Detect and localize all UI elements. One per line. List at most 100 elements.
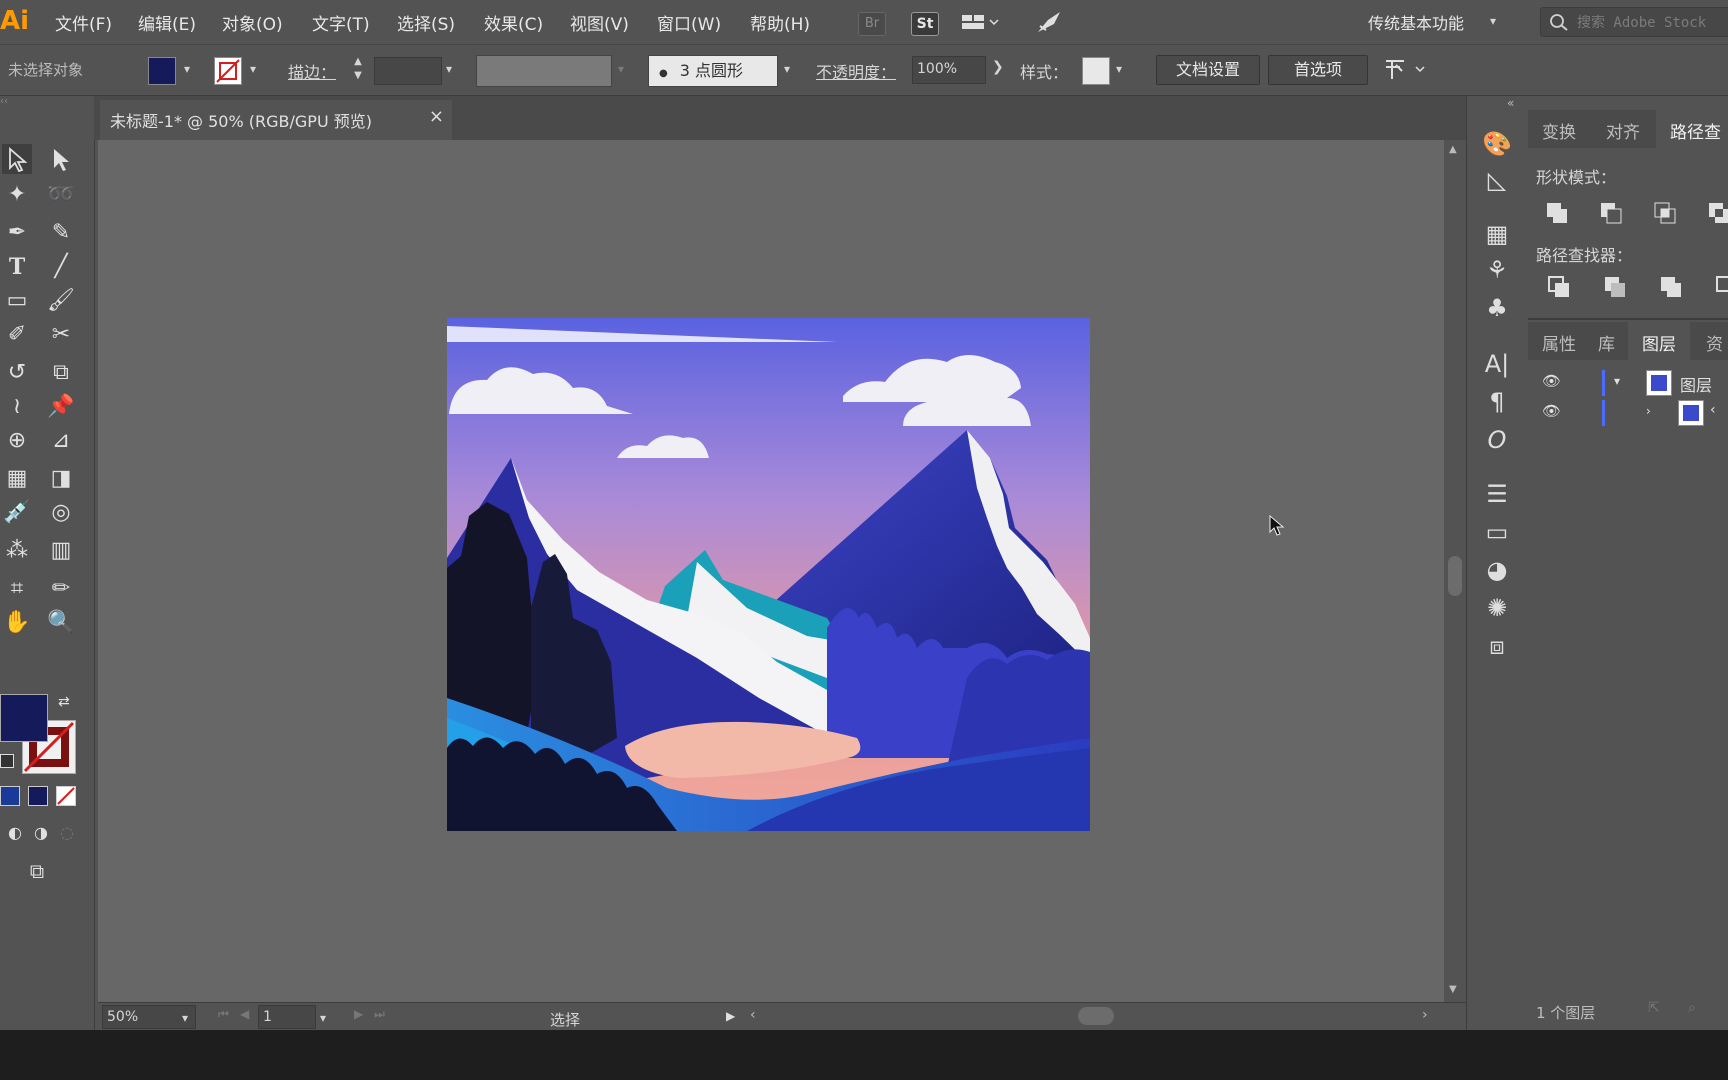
stock-search-input[interactable]: 搜索 Adobe Stock [1540, 7, 1728, 37]
type-tool-icon[interactable]: T [2, 252, 32, 282]
stroke-icon[interactable]: ☰ [1479, 476, 1515, 512]
artboard-number-field[interactable]: 1 [258, 1005, 316, 1029]
lasso-tool-icon[interactable]: ➿ [46, 180, 76, 210]
tab-layers[interactable]: 图层 [1642, 330, 1676, 355]
swatches-icon[interactable]: ▦ [1479, 216, 1515, 252]
chevron-down-icon[interactable]: ▾ [446, 62, 452, 76]
none-mode-icon[interactable] [56, 786, 76, 806]
close-icon[interactable]: × [429, 106, 444, 127]
opentype-icon[interactable]: O [1479, 422, 1515, 458]
next-artboard-icon[interactable]: ▶ [354, 1007, 363, 1021]
scroll-up-icon[interactable]: ▲ [1449, 144, 1457, 155]
eye-icon[interactable]: 👁 [1542, 372, 1561, 390]
scale-tool-icon[interactable]: ⧉ [46, 358, 76, 388]
layer-name[interactable]: 图层 [1680, 372, 1712, 396]
arrange-documents-icon[interactable] [960, 12, 1000, 32]
artboard-tool-icon[interactable]: ⌗ [2, 574, 32, 604]
export-icon[interactable]: ⇱ [1648, 1000, 1660, 1016]
chevron-down-icon[interactable]: ▾ [618, 62, 624, 76]
change-screen-mode-icon[interactable]: ⧉ [22, 856, 52, 886]
workspace-switcher[interactable]: 传统基本功能 [1368, 10, 1464, 34]
trim-icon[interactable] [1602, 274, 1628, 300]
panel-collapse-icon[interactable]: ‹‹ [0, 96, 94, 108]
swap-fill-stroke-icon[interactable]: ⇄ [58, 694, 70, 710]
menu-window[interactable]: 窗口(W) [657, 10, 721, 35]
rectangle-tool-icon[interactable]: ▭ [2, 286, 32, 316]
chevron-down-icon[interactable]: ▾ [184, 62, 190, 76]
fill-color-front[interactable] [0, 694, 48, 742]
document-tab[interactable]: 未标题-1* @ 50% (RGB/GPU 预览) × [100, 100, 452, 140]
magic-wand-tool-icon[interactable]: ✦ [2, 180, 32, 210]
column-graph-tool-icon[interactable]: ▥ [46, 536, 76, 566]
chevron-down-icon[interactable]: ▾ [1116, 62, 1122, 76]
chevron-down-icon[interactable]: ▾ [320, 1011, 326, 1025]
gradient-mode-icon[interactable] [28, 786, 48, 806]
artboard-illustration[interactable] [447, 318, 1090, 831]
eye-icon[interactable]: 👁 [1542, 402, 1561, 420]
bridge-button[interactable]: Br [858, 12, 886, 36]
stroke-weight-stepper[interactable]: ▲ ▼ [350, 55, 366, 85]
tab-properties[interactable]: 属性 [1542, 330, 1576, 355]
chevron-right-icon[interactable]: › [1646, 404, 1651, 418]
status-menu-icon[interactable]: ▶ [726, 1009, 735, 1023]
graphic-style-swatch[interactable] [1082, 57, 1110, 85]
menu-select[interactable]: 选择(S) [397, 10, 455, 35]
appearance-icon[interactable]: ✺ [1479, 590, 1515, 626]
graphic-styles-icon[interactable]: ⧈ [1479, 628, 1515, 664]
paragraph-icon[interactable]: ¶ [1479, 384, 1515, 420]
arrange-panel-icon[interactable] [1382, 55, 1432, 83]
width-tool-icon[interactable]: ≀ [2, 392, 32, 422]
scroll-down-icon[interactable]: ▼ [1449, 984, 1457, 995]
menu-help[interactable]: 帮助(H) [750, 10, 810, 35]
minus-front-icon[interactable] [1598, 200, 1624, 226]
menu-type[interactable]: 文字(T) [312, 10, 370, 35]
stroke-swatch[interactable] [214, 57, 242, 85]
scroll-left-icon[interactable]: ‹ [750, 1007, 756, 1023]
zoom-tool-icon[interactable]: 🔍 [46, 608, 76, 638]
line-tool-icon[interactable]: ╱ [46, 252, 76, 282]
slice-tool-icon[interactable]: ✏ [46, 574, 76, 604]
menu-effect[interactable]: 效果(C) [484, 10, 543, 35]
exclude-icon[interactable] [1706, 200, 1728, 226]
last-artboard-icon[interactable]: ⏭ [374, 1007, 385, 1022]
default-colors-icon[interactable] [0, 754, 14, 768]
divide-icon[interactable] [1546, 274, 1572, 300]
perspective-grid-tool-icon[interactable]: ⊿ [46, 426, 76, 456]
fill-swatch[interactable] [148, 57, 176, 85]
chevron-down-icon[interactable]: ▾ [182, 1011, 188, 1025]
sublayer-row[interactable]: 👁 › ‹ [1528, 398, 1728, 428]
pen-tool-icon[interactable]: ✒ [2, 218, 32, 248]
horizontal-scroll-thumb[interactable] [1078, 1007, 1114, 1025]
collapse-dock-icon[interactable]: « [1507, 96, 1514, 110]
menu-file[interactable]: 文件(F) [55, 10, 112, 35]
canvas-area[interactable] [98, 140, 1444, 1002]
intersect-icon[interactable] [1652, 200, 1678, 226]
menu-object[interactable]: 对象(O) [222, 10, 283, 35]
direct-selection-tool-icon[interactable] [46, 144, 76, 174]
tab-libraries[interactable]: 库 [1598, 330, 1615, 355]
blend-tool-icon[interactable]: ◎ [46, 498, 76, 528]
hand-tool-icon[interactable]: ✋ [2, 608, 32, 638]
layer-row[interactable]: 👁 ▾ 图层 [1528, 368, 1728, 398]
vertical-scroll-thumb[interactable] [1448, 556, 1462, 596]
draw-inside-icon[interactable]: ◌ [52, 818, 82, 848]
mesh-tool-icon[interactable]: ▦ [2, 464, 32, 494]
stock-button[interactable]: St [911, 12, 939, 36]
brush-definition[interactable]: ● 3 点圆形 [648, 55, 778, 87]
selection-tool-icon[interactable] [2, 144, 32, 174]
unite-icon[interactable] [1544, 200, 1570, 226]
document-setup-button[interactable]: 文档设置 [1156, 55, 1260, 85]
shape-builder-tool-icon[interactable]: ⊕ [2, 426, 32, 456]
gradient-tool-icon[interactable]: ◨ [46, 464, 76, 494]
opacity-field[interactable]: 100% [912, 56, 986, 84]
scroll-right-icon[interactable]: › [1422, 1007, 1428, 1023]
tab-pathfinder[interactable]: 路径查 [1670, 118, 1721, 143]
menu-view[interactable]: 视图(V) [570, 10, 629, 35]
paintbrush-tool-icon[interactable]: 🖌 [46, 286, 76, 316]
color-guide-icon[interactable]: ◺ [1479, 162, 1515, 198]
color-palette-icon[interactable]: 🎨 [1479, 126, 1515, 162]
tab-assets[interactable]: 资 [1706, 330, 1723, 355]
rotate-tool-icon[interactable]: ↺ [2, 358, 32, 388]
gradient-icon[interactable]: ▭ [1479, 514, 1515, 550]
stroke-weight-field[interactable] [374, 57, 442, 85]
